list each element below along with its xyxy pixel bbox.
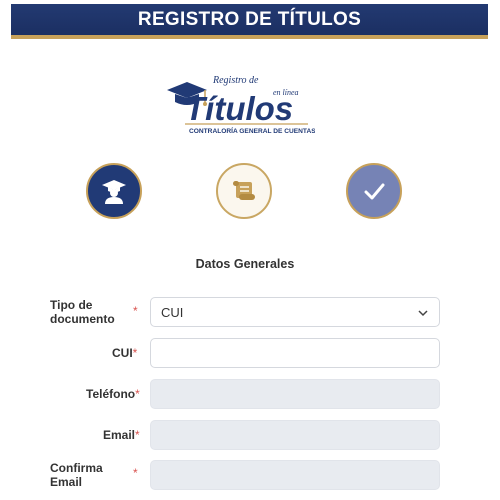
titulos-logo: Registro de en línea Títulos CONTRALORÍA… xyxy=(165,70,315,140)
telefono-input[interactable] xyxy=(150,379,440,409)
required-mark: * xyxy=(133,304,138,318)
tipo-documento-select[interactable]: CUI xyxy=(150,297,440,327)
check-icon xyxy=(364,183,385,200)
section-title: Datos Generales xyxy=(195,257,295,271)
diploma-scroll-icon xyxy=(233,181,255,200)
page-header: REGISTRO DE TÍTULOS xyxy=(11,4,488,39)
email-input[interactable] xyxy=(150,420,440,450)
graduate-icon xyxy=(102,180,126,204)
cui-input[interactable] xyxy=(150,338,440,368)
logo-top-text: Registro de xyxy=(212,75,259,86)
telefono-label: Teléfono* xyxy=(86,387,140,401)
step-2-titulo[interactable] xyxy=(216,163,272,219)
required-mark: * xyxy=(133,466,138,480)
email-label: Email* xyxy=(103,428,140,442)
tipo-documento-label: Tipo de documento xyxy=(50,298,115,326)
chevron-down-icon xyxy=(418,310,428,317)
confirma-email-input[interactable] xyxy=(150,460,440,490)
cui-label: CUI* xyxy=(112,346,138,360)
step-1-datos-generales[interactable] xyxy=(86,163,142,219)
tipo-documento-value: CUI xyxy=(161,305,184,320)
step-3-confirmacion[interactable] xyxy=(346,163,402,219)
logo-org-text: CONTRALORÍA GENERAL DE CUENTAS xyxy=(189,126,315,135)
confirma-email-label: Confirma Email xyxy=(50,461,103,489)
logo-main-text: Títulos xyxy=(185,90,293,127)
page-title: REGISTRO DE TÍTULOS xyxy=(137,8,362,30)
